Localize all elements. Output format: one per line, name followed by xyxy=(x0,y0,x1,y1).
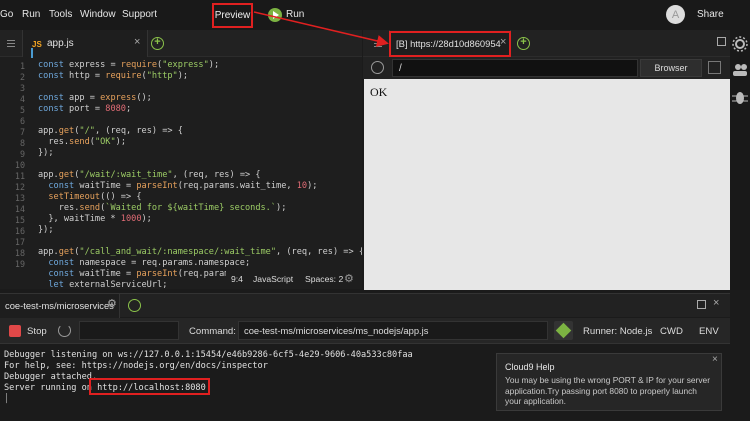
code-line: app.get("/wait/:wait_time", (req, res) =… xyxy=(38,170,261,180)
menu-tools[interactable]: Tools xyxy=(49,9,72,20)
close-icon[interactable]: × xyxy=(134,36,140,48)
cwd-button[interactable]: CWD xyxy=(660,326,683,337)
stop-button[interactable]: Stop xyxy=(27,326,47,337)
line-number: 2 xyxy=(19,72,25,82)
line-gutter: 1 2 3 4 5 6 7 8 9 10 11 12 13 14 15 16 17 18 19 xyxy=(0,57,30,289)
menu-support[interactable]: Support xyxy=(122,9,157,20)
tab-app-js[interactable]: JS app.js × xyxy=(22,30,148,57)
runner-icon[interactable] xyxy=(554,321,573,340)
code-line: const http = require("http"); xyxy=(38,71,189,81)
preview-viewport xyxy=(364,79,730,290)
code-editor[interactable]: 1 2 3 4 5 6 7 8 9 10 11 12 13 14 15 16 17 18 19 const expr… xyxy=(0,57,362,289)
maximize-icon[interactable] xyxy=(717,37,726,46)
help-popup: Cloud9 Help You may be using the wrong P… xyxy=(496,353,722,411)
terminal-line: For help, see: https://nodejs.org/en/doc… xyxy=(4,361,268,371)
editor-settings-icon[interactable]: ⚙ xyxy=(344,272,354,285)
tab-terminal[interactable]: coe-test-ms/microservices ⚙ xyxy=(0,294,120,318)
terminal-cursor: │ xyxy=(4,394,10,404)
code-line: setTimeout(() => { xyxy=(48,192,142,202)
right-sidebar xyxy=(730,30,750,290)
debugger-icon[interactable] xyxy=(730,88,750,118)
editor-statusbar: 9:4 JavaScript Spaces: 2 ⚙ xyxy=(226,271,362,289)
code-line: const namespace = req.params.namespace; xyxy=(48,258,251,268)
active-line-marker xyxy=(31,48,33,58)
preview-url-input[interactable] xyxy=(392,59,638,77)
refresh-icon[interactable] xyxy=(371,61,384,74)
code-line: const port = 8080; xyxy=(38,104,132,114)
code-line: res.send(`Waited for ${waitTime} seconds… xyxy=(38,203,287,213)
maximize-icon[interactable] xyxy=(697,300,706,309)
code-line: const waitTime = parseInt(req.params.wai… xyxy=(48,181,318,191)
run-button-label[interactable]: Run xyxy=(286,9,304,20)
close-icon[interactable]: × xyxy=(713,297,719,309)
close-icon[interactable]: × xyxy=(712,354,718,365)
line-number: 16 xyxy=(14,226,25,236)
annotation-url-box xyxy=(389,31,511,57)
menu-run[interactable]: Run xyxy=(22,9,40,20)
line-number: 17 xyxy=(14,237,25,247)
line-number: 3 xyxy=(19,83,25,93)
cursor-position[interactable]: 9:4 xyxy=(231,274,243,284)
terminal-new-tab-icon[interactable] xyxy=(128,299,141,312)
code-line: app.get("/", (req, res) => { xyxy=(38,126,183,136)
js-file-icon: JS xyxy=(32,40,42,49)
popout-icon[interactable] xyxy=(708,61,721,74)
line-number: 4 xyxy=(19,94,25,104)
line-number: 12 xyxy=(14,182,25,192)
indent-setting[interactable]: Spaces: 2 xyxy=(305,274,343,284)
language-mode[interactable]: JavaScript xyxy=(253,274,293,284)
code-line: res.send("OK"); xyxy=(38,137,126,147)
restart-icon[interactable] xyxy=(58,324,71,337)
code-line: const express = require("express"); xyxy=(38,60,220,70)
preview-new-tab-icon[interactable]: + xyxy=(517,37,530,50)
stop-icon[interactable] xyxy=(9,325,21,337)
terminal-tab-label: coe-test-ms/microservices xyxy=(5,300,114,311)
code-line: }); xyxy=(38,225,54,235)
preview-response-text: OK xyxy=(370,85,388,99)
line-number: 13 xyxy=(14,193,25,203)
code-line: const waitTime = parseInt(req.params xyxy=(48,269,235,279)
line-number: 6 xyxy=(19,116,25,126)
editor-menu-icon[interactable] xyxy=(7,40,15,41)
editor-new-tab-icon[interactable]: + xyxy=(151,37,164,50)
run-icon[interactable] xyxy=(268,8,282,22)
runner-select[interactable]: Runner: Node.js xyxy=(583,326,652,337)
share-button[interactable]: Share xyxy=(697,9,724,20)
avatar[interactable]: A xyxy=(666,5,685,24)
help-text: You may be using the wrong PORT & IP for… xyxy=(505,375,710,407)
code-line: }, waitTime * 1000); xyxy=(38,214,152,224)
tab-label: app.js xyxy=(47,38,74,49)
line-number: 10 xyxy=(14,160,25,170)
line-number: 1 xyxy=(19,61,25,71)
preview-button[interactable]: Preview xyxy=(212,3,253,28)
line-number: 8 xyxy=(19,138,25,148)
preview-menu-icon[interactable] xyxy=(374,40,382,41)
line-number: 15 xyxy=(14,215,25,225)
line-number: 7 xyxy=(19,127,25,137)
terminal-line: Debugger listening on ws://127.0.0.1:154… xyxy=(4,350,413,360)
browser-select[interactable]: Browser xyxy=(640,59,702,77)
line-number: 18 xyxy=(14,248,25,258)
menu-go[interactable]: Go xyxy=(0,9,13,20)
code-line: app.get("/call_and_wait/:namespace/:wait… xyxy=(38,247,362,257)
code-line: const app = express(); xyxy=(38,93,152,103)
command-label: Command: xyxy=(189,326,236,337)
env-button[interactable]: ENV xyxy=(699,326,719,337)
line-number: 9 xyxy=(19,149,25,159)
code-line: let externalServiceUrl; xyxy=(48,280,168,289)
command-input[interactable] xyxy=(238,321,548,340)
collaborate-icon[interactable] xyxy=(730,60,750,90)
menu-window[interactable]: Window xyxy=(80,9,116,20)
code-line: }); xyxy=(38,148,54,158)
run-config-name-field[interactable] xyxy=(79,321,179,340)
line-number: 11 xyxy=(14,171,25,181)
line-number: 19 xyxy=(14,259,25,269)
line-number: 5 xyxy=(19,105,25,115)
annotation-localhost-box xyxy=(89,378,210,395)
menubar: Go Run Tools Window Support Run Share xyxy=(0,0,750,30)
line-number: 14 xyxy=(14,204,25,214)
terminal-line: Debugger attached. xyxy=(4,372,98,382)
settings-icon[interactable]: ⚙ xyxy=(107,297,117,310)
help-title: Cloud9 Help xyxy=(505,362,555,372)
